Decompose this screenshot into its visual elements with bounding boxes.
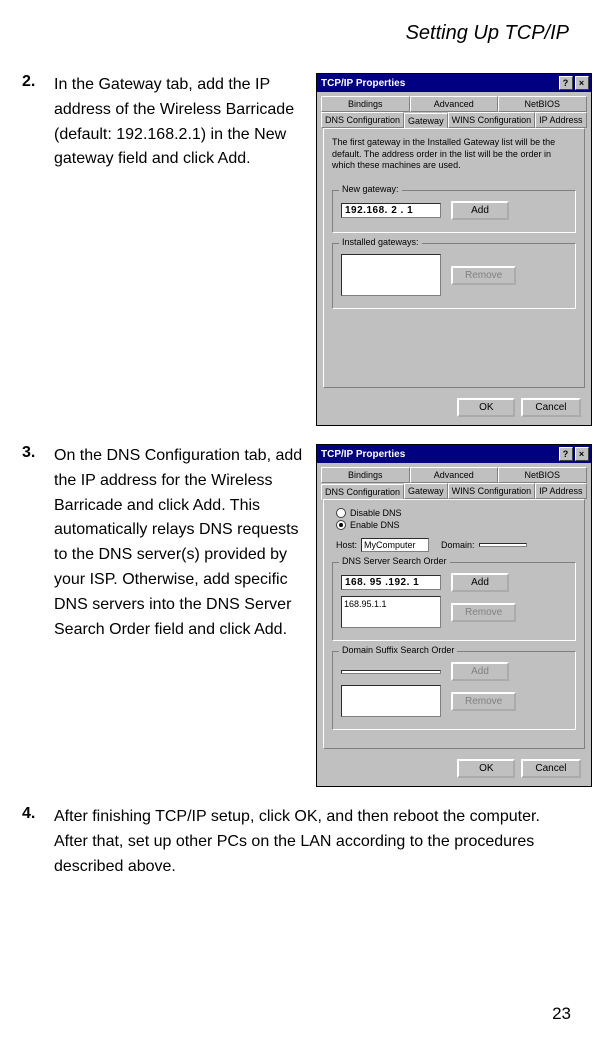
- domain-suffix-group: Domain Suffix Search Order Add Remove: [332, 651, 576, 730]
- tab-bindings[interactable]: Bindings: [321, 96, 410, 112]
- add-button[interactable]: Add: [451, 573, 509, 592]
- gateway-panel: The first gateway in the Installed Gatew…: [323, 128, 585, 388]
- dns-search-order-group: DNS Server Search Order 168. 95 .192. 1 …: [332, 562, 576, 641]
- header-title: Setting Up TCP/IP: [406, 22, 569, 44]
- remove-button[interactable]: Remove: [451, 692, 516, 711]
- cancel-button[interactable]: Cancel: [521, 398, 580, 417]
- host-label: Host:: [336, 540, 357, 550]
- tab-advanced[interactable]: Advanced: [410, 467, 499, 483]
- suffix-input[interactable]: [341, 670, 441, 674]
- enable-dns-radio[interactable]: Enable DNS: [332, 520, 576, 530]
- tcpip-dialog-dns: TCP/IP Properties ? × Bindings Advanced …: [316, 444, 592, 787]
- step-2-text: In the Gateway tab, add the IP address o…: [54, 73, 304, 426]
- help-icon[interactable]: ?: [559, 76, 573, 90]
- domain-label: Domain:: [441, 540, 475, 550]
- suffix-list[interactable]: [341, 685, 441, 717]
- titlebar: TCP/IP Properties ? ×: [317, 74, 591, 92]
- tab-wins-config[interactable]: WINS Configuration: [448, 483, 536, 499]
- tab-ip-address[interactable]: IP Address: [535, 112, 586, 128]
- tab-netbios[interactable]: NetBIOS: [498, 467, 587, 483]
- tab-gateway[interactable]: Gateway: [404, 113, 448, 129]
- remove-button[interactable]: Remove: [451, 603, 516, 622]
- dialog-title: TCP/IP Properties: [321, 449, 557, 460]
- tab-ip-address[interactable]: IP Address: [535, 483, 586, 499]
- step-2-number: 2.: [22, 73, 42, 426]
- ok-button[interactable]: OK: [457, 398, 515, 417]
- page-number: 23: [552, 1004, 571, 1024]
- remove-button[interactable]: Remove: [451, 266, 516, 285]
- radio-icon: [336, 520, 346, 530]
- ok-button[interactable]: OK: [457, 759, 515, 778]
- list-item[interactable]: 168.95.1.1: [344, 599, 438, 609]
- radio-icon: [336, 508, 346, 518]
- gateway-hint: The first gateway in the Installed Gatew…: [332, 137, 576, 172]
- tabs-row-1: Bindings Advanced NetBIOS DNS Configurat…: [317, 92, 591, 128]
- cancel-button[interactable]: Cancel: [521, 759, 580, 778]
- step-3-number: 3.: [22, 444, 42, 787]
- step-3: 3. On the DNS Configuration tab, add the…: [0, 426, 599, 787]
- dns-search-order-label: DNS Server Search Order: [339, 556, 450, 566]
- page-header: Setting Up TCP/IP: [0, 0, 599, 55]
- new-gateway-group: New gateway: 192.168. 2 . 1 Add: [332, 190, 576, 233]
- tab-gateway[interactable]: Gateway: [404, 483, 448, 499]
- step-4-number: 4.: [22, 805, 42, 879]
- step-2: 2. In the Gateway tab, add the IP addres…: [0, 55, 599, 426]
- installed-gateways-list[interactable]: [341, 254, 441, 296]
- dialog-footer: OK Cancel: [317, 394, 591, 425]
- titlebar: TCP/IP Properties ? ×: [317, 445, 591, 463]
- step-3-text: On the DNS Configuration tab, add the IP…: [54, 444, 304, 787]
- tab-netbios[interactable]: NetBIOS: [498, 96, 587, 112]
- tab-dns-config[interactable]: DNS Configuration: [321, 484, 404, 500]
- dns-panel: Disable DNS Enable DNS Host: MyComputer …: [323, 499, 585, 749]
- new-gateway-input[interactable]: 192.168. 2 . 1: [341, 203, 441, 218]
- domain-suffix-label: Domain Suffix Search Order: [339, 645, 457, 655]
- installed-gateways-label: Installed gateways:: [339, 237, 422, 247]
- close-icon[interactable]: ×: [575, 447, 589, 461]
- dialog-title: TCP/IP Properties: [321, 78, 557, 89]
- tabs-row-2: Bindings Advanced NetBIOS DNS Configurat…: [317, 463, 591, 499]
- add-button[interactable]: Add: [451, 662, 509, 681]
- tcpip-dialog-gateway: TCP/IP Properties ? × Bindings Advanced …: [316, 73, 592, 426]
- tab-wins-config[interactable]: WINS Configuration: [448, 112, 536, 128]
- disable-dns-label: Disable DNS: [350, 508, 402, 518]
- installed-gateways-group: Installed gateways: Remove: [332, 243, 576, 309]
- dialog-footer: OK Cancel: [317, 755, 591, 786]
- tab-bindings[interactable]: Bindings: [321, 467, 410, 483]
- domain-input[interactable]: [479, 543, 527, 547]
- step-4: 4. After finishing TCP/IP setup, click O…: [0, 787, 599, 879]
- tab-dns-config[interactable]: DNS Configuration: [321, 112, 404, 128]
- close-icon[interactable]: ×: [575, 76, 589, 90]
- step-4-text: After finishing TCP/IP setup, click OK, …: [54, 805, 577, 879]
- enable-dns-label: Enable DNS: [350, 520, 400, 530]
- new-gateway-label: New gateway:: [339, 184, 402, 194]
- disable-dns-radio[interactable]: Disable DNS: [332, 508, 576, 518]
- add-button[interactable]: Add: [451, 201, 509, 220]
- dns-server-list[interactable]: 168.95.1.1: [341, 596, 441, 628]
- help-icon[interactable]: ?: [559, 447, 573, 461]
- dns-ip-input[interactable]: 168. 95 .192. 1: [341, 575, 441, 590]
- host-input[interactable]: MyComputer: [361, 538, 429, 552]
- tab-advanced[interactable]: Advanced: [410, 96, 499, 112]
